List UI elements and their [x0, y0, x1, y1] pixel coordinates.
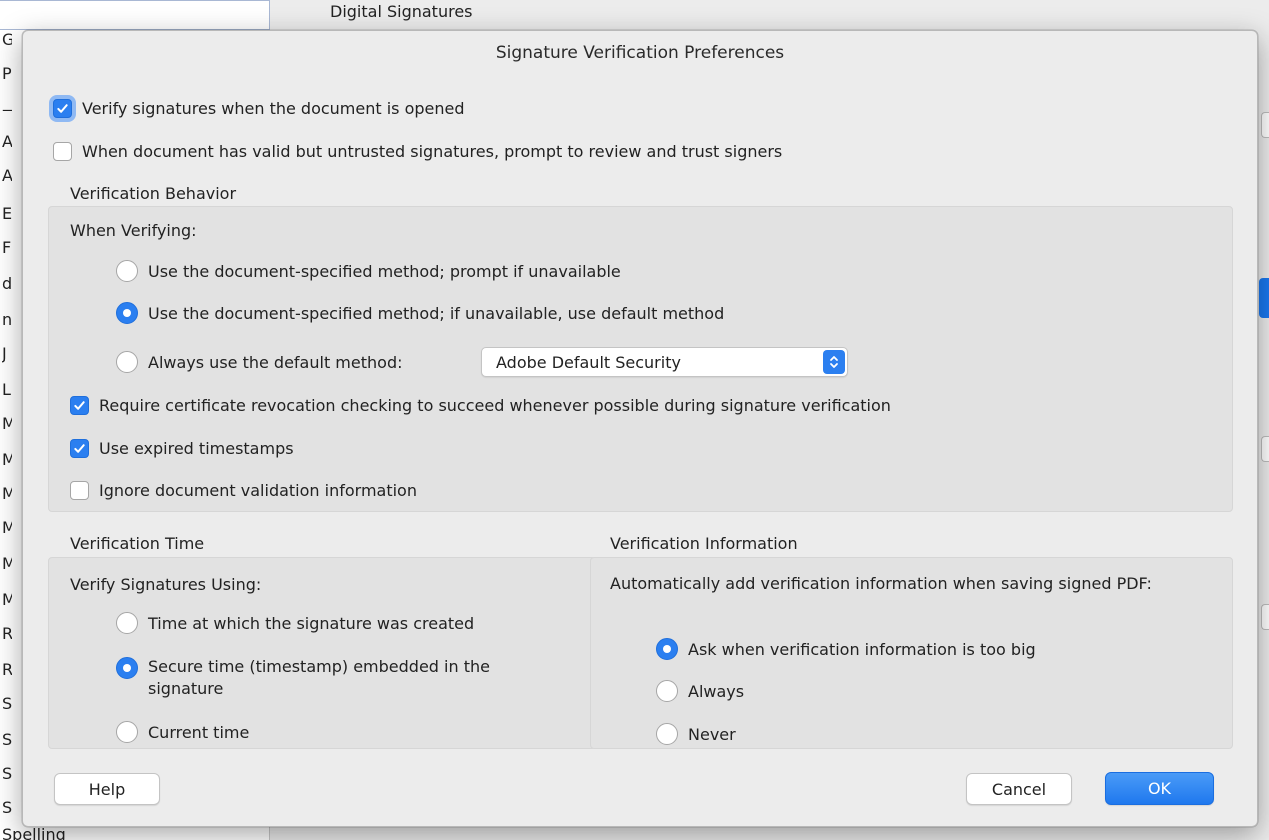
background-control[interactable]: [1261, 436, 1269, 462]
prompt-untrusted-label: When document has valid but untrusted si…: [82, 142, 783, 161]
sidebar-item[interactable]: A: [2, 166, 12, 185]
sidebar-item[interactable]: n: [2, 310, 12, 329]
dialog-title: Signature Verification Preferences: [495, 43, 785, 63]
verification-information-description: Automatically add verification informati…: [610, 574, 1152, 593]
sidebar-item[interactable]: P: [2, 64, 12, 83]
time-option-created[interactable]: Time at which the signature was created: [116, 612, 474, 634]
time-option-created-radio[interactable]: [116, 612, 138, 634]
method-option-default-fallback-radio[interactable]: [116, 302, 138, 324]
sidebar-item[interactable]: M: [2, 484, 12, 503]
sidebar-item[interactable]: S: [2, 730, 12, 749]
info-option-ask[interactable]: Ask when verification information is too…: [656, 638, 1036, 660]
method-option-default-fallback-label: Use the document-specified method; if un…: [148, 303, 725, 323]
verification-behavior-heading: Verification Behavior: [70, 184, 237, 203]
background-section-title: Digital Signatures: [330, 2, 473, 21]
time-option-current-label: Current time: [148, 722, 250, 742]
sidebar-item[interactable]: L: [2, 380, 12, 399]
sidebar-item[interactable]: —: [2, 100, 12, 119]
background-control[interactable]: [1261, 112, 1269, 138]
up-down-chevron-icon: [823, 350, 845, 374]
sidebar-item[interactable]: M: [2, 554, 12, 573]
sidebar-item[interactable]: F: [2, 238, 12, 257]
verify-signatures-using-label: Verify Signatures Using:: [70, 575, 262, 594]
sidebar-item[interactable]: A: [2, 132, 12, 151]
use-expired-timestamps-checkbox[interactable]: [70, 439, 89, 458]
method-option-prompt-radio[interactable]: [116, 260, 138, 282]
time-option-created-label: Time at which the signature was created: [148, 613, 475, 633]
ok-button[interactable]: OK: [1105, 772, 1214, 805]
time-option-secure-radio[interactable]: [116, 657, 138, 679]
verification-information-heading: Verification Information: [610, 534, 798, 553]
require-revocation-option[interactable]: Require certificate revocation checking …: [70, 396, 891, 415]
method-option-always-default-radio[interactable]: [116, 351, 138, 373]
info-option-always[interactable]: Always: [656, 680, 744, 702]
sidebar-item[interactable]: E: [2, 204, 12, 223]
sidebar-item[interactable]: S: [2, 764, 12, 783]
info-option-ask-radio[interactable]: [656, 638, 678, 660]
sidebar-selected-item[interactable]: [0, 0, 270, 30]
method-option-prompt[interactable]: Use the document-specified method; promp…: [116, 260, 621, 282]
ignore-validation-info-checkbox[interactable]: [70, 481, 89, 500]
time-option-current-radio[interactable]: [116, 721, 138, 743]
sidebar-item-spelling[interactable]: Spelling: [2, 825, 66, 840]
require-revocation-label: Require certificate revocation checking …: [99, 396, 891, 415]
verify-on-open-label: Verify signatures when the document is o…: [82, 99, 465, 118]
info-option-always-label: Always: [688, 681, 745, 701]
use-expired-timestamps-label: Use expired timestamps: [99, 439, 294, 458]
verify-on-open-checkbox[interactable]: [53, 99, 72, 118]
sidebar-item[interactable]: R: [2, 660, 12, 679]
info-option-never-radio[interactable]: [656, 723, 678, 745]
sidebar-item[interactable]: M: [2, 518, 12, 537]
sidebar-item[interactable]: S: [2, 694, 12, 713]
time-option-secure-label: Secure time (timestamp) embedded in the …: [148, 657, 490, 698]
default-method-select-value: Adobe Default Security: [496, 352, 681, 372]
checkmark-icon: [74, 444, 85, 453]
verification-time-heading: Verification Time: [70, 534, 205, 553]
method-option-prompt-label: Use the document-specified method; promp…: [148, 261, 621, 281]
sidebar-item[interactable]: R: [2, 624, 12, 643]
info-option-always-radio[interactable]: [656, 680, 678, 702]
checkmark-icon: [57, 104, 68, 113]
prompt-untrusted-checkbox[interactable]: [53, 142, 72, 161]
require-revocation-checkbox[interactable]: [70, 396, 89, 415]
time-option-current[interactable]: Current time: [116, 721, 249, 743]
default-method-select[interactable]: Adobe Default Security: [481, 347, 848, 377]
time-option-secure[interactable]: Secure time (timestamp) embedded in the …: [116, 656, 498, 700]
sidebar-item[interactable]: M: [2, 414, 12, 433]
use-expired-timestamps-option[interactable]: Use expired timestamps: [70, 439, 294, 458]
sidebar-item[interactable]: J: [2, 344, 12, 363]
info-option-ask-label: Ask when verification information is too…: [688, 639, 1036, 659]
sidebar-item[interactable]: d: [2, 274, 12, 293]
sidebar-item[interactable]: M: [2, 590, 12, 609]
background-control[interactable]: [1261, 604, 1269, 630]
sidebar-item[interactable]: G: [2, 30, 12, 49]
method-option-default-fallback[interactable]: Use the document-specified method; if un…: [116, 302, 724, 324]
verify-on-open-option[interactable]: Verify signatures when the document is o…: [53, 99, 465, 118]
method-option-always-default-label: Always use the default method:: [148, 352, 403, 372]
ignore-validation-info-option[interactable]: Ignore document validation information: [70, 481, 417, 500]
info-option-never-label: Never: [688, 724, 736, 744]
when-verifying-label: When Verifying:: [70, 221, 197, 240]
background-control[interactable]: [1259, 278, 1269, 318]
method-option-always-default[interactable]: Always use the default method:: [116, 351, 402, 373]
checkmark-icon: [74, 401, 85, 410]
info-option-never[interactable]: Never: [656, 723, 736, 745]
sidebar-item[interactable]: M: [2, 450, 12, 469]
prompt-untrusted-option[interactable]: When document has valid but untrusted si…: [53, 142, 782, 161]
help-button[interactable]: Help: [54, 773, 160, 805]
cancel-button[interactable]: Cancel: [966, 773, 1072, 805]
ignore-validation-info-label: Ignore document validation information: [99, 481, 417, 500]
sidebar-item[interactable]: S: [2, 798, 12, 817]
signature-verification-preferences-dialog: Signature Verification Preferences Verif…: [22, 30, 1258, 827]
